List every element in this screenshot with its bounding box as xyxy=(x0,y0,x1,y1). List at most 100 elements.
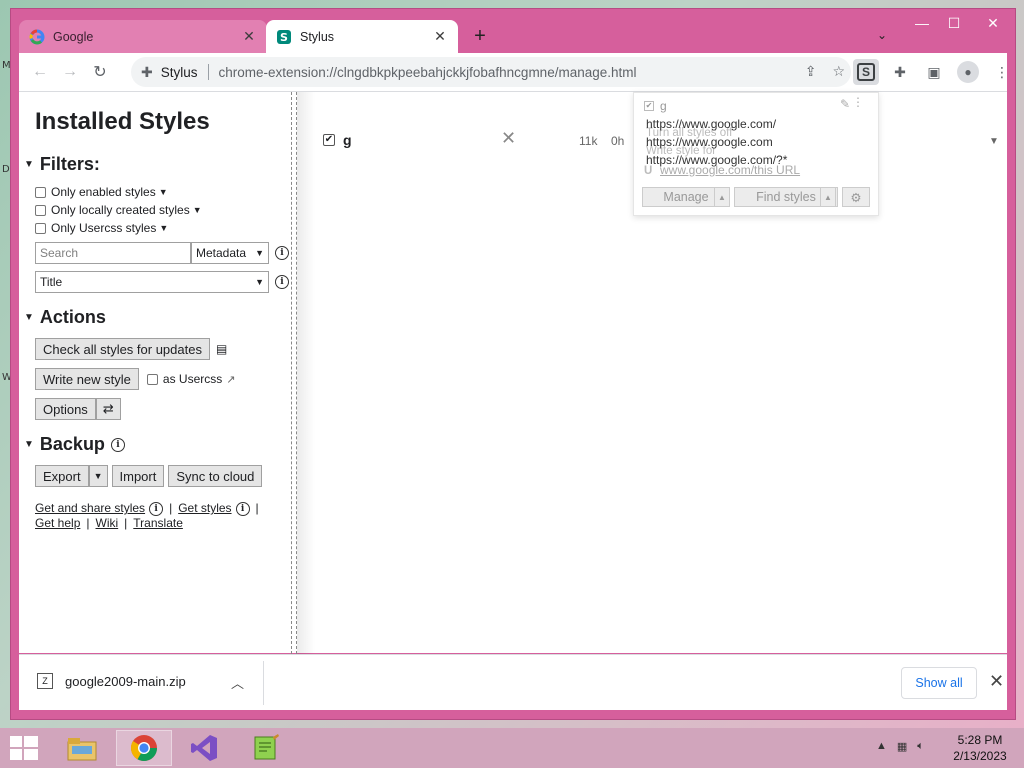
filter-enabled-checkbox[interactable] xyxy=(35,186,46,198)
actions-heading[interactable]: ▼ Actions xyxy=(24,307,291,328)
export-dropdown-icon[interactable]: ▼ xyxy=(88,465,108,487)
style-enabled-checkbox[interactable]: ✔ xyxy=(323,134,335,146)
export-button[interactable]: Export xyxy=(35,465,89,487)
wiki-link[interactable]: Wiki xyxy=(96,516,119,531)
filter-label: Only enabled styles xyxy=(51,185,156,199)
info-icon[interactable]: i xyxy=(110,437,125,452)
menu-kebab-icon[interactable]: ⋮ xyxy=(852,95,864,109)
get-share-styles-link[interactable]: Get and share styles xyxy=(35,501,145,516)
dropdown-caret-icon[interactable]: ▼ xyxy=(159,223,168,233)
gear-icon[interactable]: ⚙ xyxy=(842,187,870,207)
chevron-down-icon[interactable]: ⌄ xyxy=(877,28,887,42)
filter-usercss-checkbox[interactable] xyxy=(35,222,46,234)
close-window-icon[interactable]: ✕ xyxy=(971,13,1015,33)
sort-select[interactable]: Title ▼ xyxy=(35,271,269,293)
as-usercss-checkbox[interactable] xyxy=(146,373,158,385)
forward-arrow-icon[interactable]: → xyxy=(55,57,85,87)
filters-heading[interactable]: ▼ Filters: xyxy=(24,154,291,175)
file-explorer-icon[interactable] xyxy=(54,730,110,766)
info-icon[interactable]: i xyxy=(275,246,289,260)
sync-cloud-button[interactable]: Sync to cloud xyxy=(168,465,263,487)
windows-start-icon[interactable] xyxy=(10,736,38,760)
get-help-link[interactable]: Get help xyxy=(35,516,80,531)
tab-google[interactable]: Google ✕ xyxy=(19,20,267,53)
download-item[interactable]: Z google2009-main.zip xyxy=(37,673,186,689)
external-link-icon[interactable]: ↗ xyxy=(226,373,235,386)
back-arrow-icon[interactable]: ← xyxy=(25,57,55,87)
search-row: Search Metadata ▼ i xyxy=(35,242,291,264)
visual-studio-icon[interactable] xyxy=(176,730,232,766)
notepad-plus-icon[interactable] xyxy=(238,730,294,766)
downloads-divider xyxy=(263,661,264,705)
zip-file-icon: Z xyxy=(37,673,53,689)
tab-stylus[interactable]: S Stylus ✕ xyxy=(266,20,458,53)
dropdown-caret-icon[interactable]: ▼ xyxy=(159,187,168,197)
style-name[interactable]: g xyxy=(343,132,352,148)
update-history-icon[interactable]: ▤ xyxy=(216,342,227,356)
side-panel-icon[interactable]: ▣ xyxy=(921,59,947,85)
chrome-icon[interactable] xyxy=(116,730,172,766)
popup-url[interactable]: https://www.google.com xyxy=(646,135,773,149)
share-icon[interactable]: ⇪ xyxy=(805,63,817,80)
import-button[interactable]: Import xyxy=(111,465,165,487)
delete-style-icon[interactable]: ✕ xyxy=(501,128,516,149)
browser-window: Google ✕ S Stylus ✕ + ⌄ — ☐ ✕ ← → ↻ ✚ St… xyxy=(10,8,1016,720)
as-usercss-label: as Usercss xyxy=(162,372,223,386)
reload-icon[interactable]: ↻ xyxy=(85,57,115,87)
write-new-style-button[interactable]: Write new style xyxy=(35,368,139,390)
dropdown-caret-icon[interactable]: ▼ xyxy=(193,205,202,215)
extensions-puzzle-icon[interactable]: ✚ xyxy=(887,59,913,85)
popup-style-name[interactable]: g xyxy=(660,99,667,113)
toolbar: ← → ↻ ✚ Stylus chrome-extension://clngdb… xyxy=(19,53,1009,91)
address-separator xyxy=(207,64,209,80)
popup-url[interactable]: https://www.google.com/ xyxy=(646,117,776,131)
taskbar-clock[interactable]: 5:28 PM 2/13/2023 xyxy=(944,732,1016,764)
check-updates-button[interactable]: Check all styles for updates xyxy=(35,338,210,360)
filter-local-row[interactable]: Only locally created styles ▼ xyxy=(35,201,291,219)
manage-menu-icon[interactable]: ▲ xyxy=(714,187,730,207)
toggle-layout-icon[interactable]: ⇄ xyxy=(95,398,121,420)
find-styles-menu-icon[interactable]: ▲ xyxy=(820,187,836,207)
tab-close-icon[interactable]: ✕ xyxy=(432,28,448,45)
url-text[interactable]: chrome-extension://clngdbkpkpeebahjckkjf… xyxy=(219,65,637,80)
translate-link[interactable]: Translate xyxy=(133,516,183,531)
info-icon[interactable]: i xyxy=(149,501,164,516)
volume-icon[interactable]: 🔈︎ xyxy=(917,740,924,753)
show-all-button[interactable]: Show all xyxy=(901,667,977,699)
style-entry[interactable]: ✔ g xyxy=(323,132,352,148)
new-tab-icon[interactable]: + xyxy=(469,26,491,46)
popup-style-checkbox[interactable]: ✔ xyxy=(644,101,654,111)
get-styles-link[interactable]: Get styles xyxy=(178,501,231,516)
backup-heading[interactable]: ▼ Backup i xyxy=(24,434,291,455)
filter-enabled-row[interactable]: Only enabled styles ▼ xyxy=(35,183,291,201)
close-icon[interactable]: ✕ xyxy=(989,671,1004,692)
search-input[interactable]: Search xyxy=(35,242,191,264)
style-size: 11k xyxy=(579,134,598,148)
tray-overflow-icon[interactable]: ▲ xyxy=(876,740,887,753)
options-button[interactable]: Options xyxy=(35,398,96,420)
tab-close-icon[interactable]: ✕ xyxy=(241,28,257,45)
network-icon[interactable]: ▦ xyxy=(897,740,907,753)
puzzle-icon: ✚ xyxy=(141,63,153,80)
filter-local-checkbox[interactable] xyxy=(35,204,46,216)
star-icon[interactable]: ☆ xyxy=(832,63,845,80)
filter-usercss-row[interactable]: Only Usercss styles ▼ xyxy=(35,219,291,237)
find-styles-label: Find styles xyxy=(756,190,816,204)
collapse-triangle-icon: ▼ xyxy=(24,439,34,450)
menu-kebab-icon[interactable]: ⋮ xyxy=(989,59,1015,85)
this-url-link[interactable]: www.google.com/this URL xyxy=(660,163,800,177)
profile-icon[interactable]: ● xyxy=(955,59,981,85)
maximize-icon[interactable]: ☐ xyxy=(939,13,969,33)
info-icon[interactable]: i xyxy=(275,275,289,289)
address-bar[interactable]: ✚ Stylus chrome-extension://clngdbkpkpee… xyxy=(131,57,851,87)
style-age: 0h xyxy=(611,134,625,148)
expand-caret-icon[interactable]: ▼ xyxy=(989,136,999,147)
info-icon[interactable]: i xyxy=(235,501,250,516)
minimize-icon[interactable]: — xyxy=(907,13,937,33)
page-content: Installed Styles ▼ Filters: Only enabled… xyxy=(19,91,1007,654)
search-mode-select[interactable]: Metadata ▼ xyxy=(191,242,269,264)
edit-pencil-icon[interactable]: ✎ xyxy=(840,97,850,111)
stylus-extension-icon[interactable]: S xyxy=(853,59,879,85)
chevron-up-icon[interactable]: ︿ xyxy=(231,673,244,692)
extension-chip[interactable]: ✚ Stylus xyxy=(141,64,198,81)
